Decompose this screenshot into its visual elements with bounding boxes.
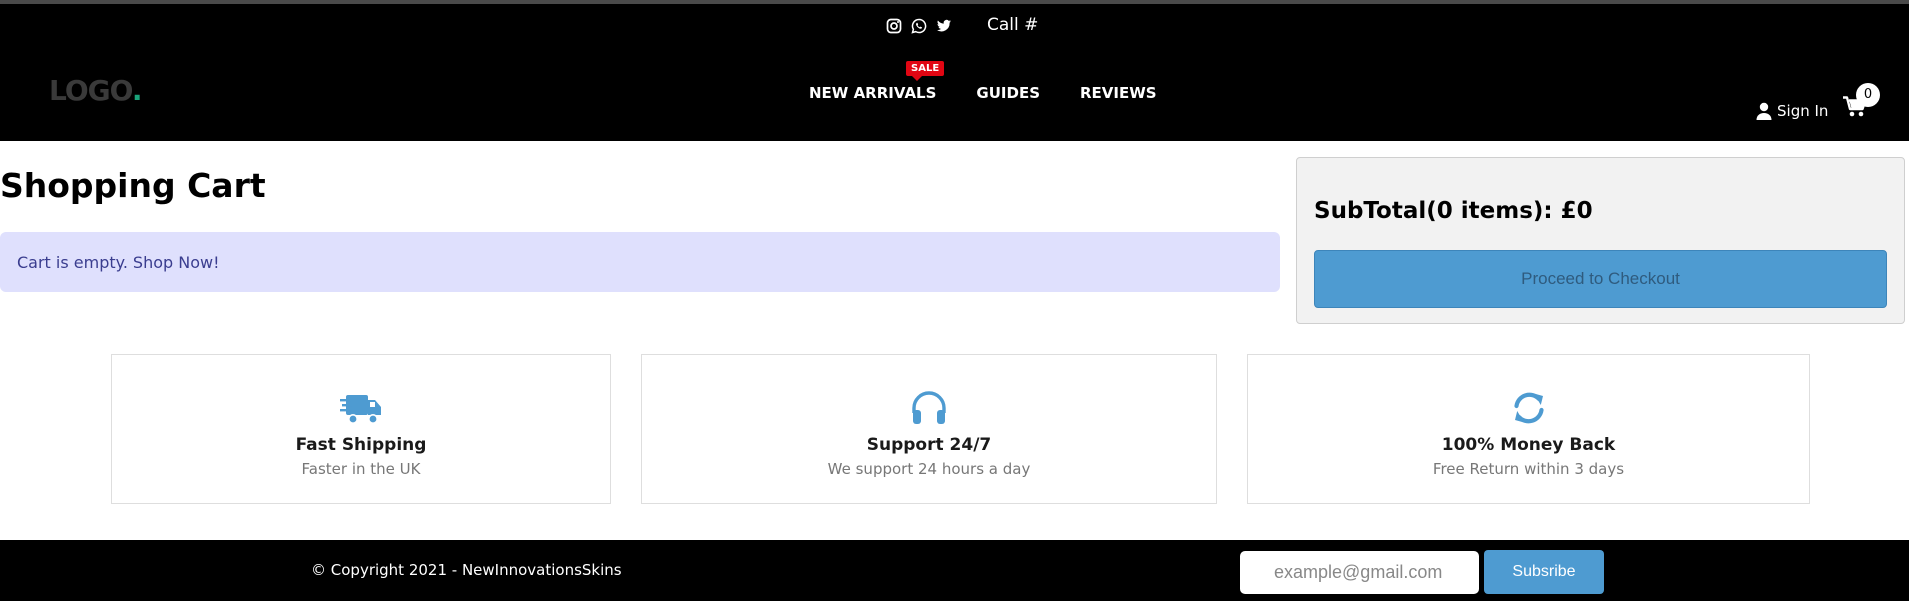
feature-title: Support 24/7 [866,435,992,455]
logo-dot: . [131,74,143,107]
logo-text: LOGO [49,74,133,107]
site-logo[interactable]: LOGO. [49,74,143,107]
empty-cart-alert: Cart is empty. Shop Now! [0,232,1280,292]
order-summary: SubTotal(0 items): £0 Proceed to Checkou… [1296,157,1905,324]
whatsapp-icon[interactable] [911,18,927,38]
nav-new-arrivals[interactable]: NEW ARRIVALS SALE [809,61,945,102]
cart-button[interactable]: 0 [1843,83,1880,120]
feature-subtitle: Faster in the UK [301,460,421,478]
sale-badge: SALE [906,61,945,81]
newsletter-email-input[interactable] [1240,551,1479,594]
site-header: Call # LOGO. NEW ARRIVALS SALE GUIDES RE… [0,4,1909,141]
copyright-text: © Copyright 2021 - NewInnovationsSkins [311,561,622,579]
feature-card-shipping: Fast Shipping Faster in the UK [111,354,611,504]
site-footer: © Copyright 2021 - NewInnovationsSkins S… [0,540,1909,601]
cart-count-badge: 0 [1856,83,1880,107]
subtotal-text: SubTotal(0 items): £0 [1314,198,1593,224]
feature-title: Fast Shipping [295,435,427,455]
nav-new-arrivals-label: NEW ARRIVALS [809,84,937,102]
sign-in-label: Sign In [1777,102,1829,120]
headphones-icon [912,391,946,424]
shop-now-link[interactable]: Shop Now! [133,253,220,272]
empty-cart-message: Cart is empty. [17,252,128,272]
feature-subtitle: We support 24 hours a day [827,460,1031,478]
call-link[interactable]: Call # [987,15,1038,35]
twitter-icon[interactable] [936,18,952,38]
feature-title: 100% Money Back [1441,435,1616,455]
feature-card-money-back: 100% Money Back Free Return within 3 day… [1247,354,1810,504]
user-icon [1756,102,1772,120]
feature-card-support: Support 24/7 We support 24 hours a day [641,354,1217,504]
nav-guides[interactable]: GUIDES [976,84,1040,102]
feature-subtitle: Free Return within 3 days [1432,460,1625,478]
truck-icon [340,395,381,424]
social-links [886,18,952,38]
nav-reviews[interactable]: REVIEWS [1080,84,1157,102]
refresh-icon [1513,392,1544,424]
proceed-to-checkout-button[interactable]: Proceed to Checkout [1314,250,1887,308]
main-nav: NEW ARRIVALS SALE GUIDES REVIEWS [809,61,1157,102]
sign-in-link[interactable]: Sign In [1756,102,1828,120]
instagram-icon[interactable] [886,18,902,38]
page-title: Shopping Cart [0,166,266,205]
subscribe-button[interactable]: Subsribe [1484,550,1604,594]
